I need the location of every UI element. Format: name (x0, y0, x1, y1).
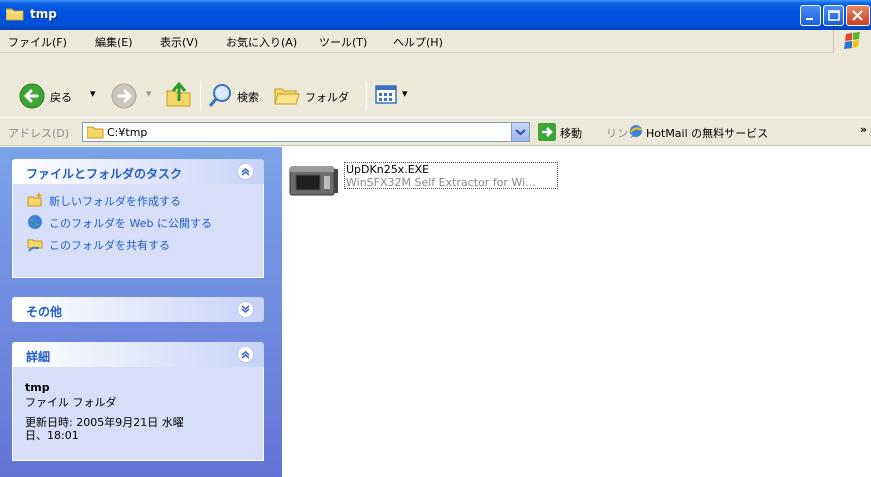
ie-page-icon (630, 125, 642, 137)
folders-label: フォルダ (305, 91, 349, 104)
address-bar: アドレス(D) C:¥tmp 移動 リンク HotMail の無料サービス » (0, 117, 871, 146)
go-button[interactable] (538, 123, 556, 144)
file-item[interactable]: UpDKn25x.EXE WinSFX32M Self Extractor fo… (288, 159, 560, 199)
search-label: 検索 (237, 91, 259, 104)
toolbar: 戻る ▾ ▾ 検索 フォルダ ▾ (0, 53, 871, 117)
up-folder-button[interactable] (164, 79, 194, 111)
new-folder-icon (27, 193, 42, 207)
task-new-folder-label: 新しいフォルダを作成する (49, 195, 181, 208)
back-dropdown-icon[interactable]: ▾ (90, 87, 96, 100)
collapse-chevron-icon[interactable] (237, 346, 254, 363)
chevron-down-icon (515, 129, 526, 136)
folders-button[interactable]: フォルダ (274, 81, 364, 111)
folders-icon (274, 88, 300, 105)
forward-button[interactable]: ▾ (110, 81, 156, 111)
details-panel: 詳細 tmp ファイル フォルダ 更新日時: 2005年9月21日 水曜 日、1… (12, 342, 264, 461)
back-arrow-icon (19, 83, 45, 109)
menu-bar: ファイル(F) 編集(E) 表示(V) お気に入り(A) ツール(T) ヘルプ(… (0, 30, 871, 53)
menu-edit[interactable]: 編集(E) (95, 34, 133, 50)
other-panel-title: その他 (26, 305, 63, 319)
search-icon (208, 84, 231, 107)
links-overflow-icon[interactable]: » (860, 123, 867, 136)
globe-icon (28, 215, 42, 229)
file-name: UpDKn25x.EXE (346, 163, 430, 176)
forward-arrow-icon (111, 83, 137, 109)
details-type: ファイル フォルダ (25, 396, 117, 409)
maximize-button[interactable] (823, 5, 844, 26)
address-dropdown-button[interactable] (511, 123, 529, 141)
window-title: tmp (30, 7, 57, 21)
menu-tools[interactable]: ツール(T) (319, 34, 367, 50)
folder-icon (6, 8, 24, 21)
forward-dropdown-icon[interactable]: ▾ (146, 87, 152, 100)
address-label: アドレス(D) (8, 127, 70, 140)
close-icon (852, 10, 863, 21)
share-folder-icon (27, 239, 43, 252)
windows-logo-icon (833, 30, 871, 53)
views-icon (375, 85, 397, 104)
details-modified-line2: 日、18:01 (25, 429, 79, 442)
other-places-panel: その他 (12, 297, 264, 322)
menu-view[interactable]: 表示(V) (160, 34, 198, 50)
details-name: tmp (25, 381, 50, 394)
task-share-folder-label: このフォルダを共有する (49, 239, 170, 252)
task-pane: ファイルとフォルダのタスク 新しいフォルダを作成する このフォルダを Web に… (0, 147, 282, 477)
go-arrow-icon (538, 123, 556, 141)
details-panel-title: 詳細 (26, 350, 51, 364)
expand-chevron-icon[interactable] (237, 301, 254, 318)
views-dropdown-icon[interactable]: ▾ (402, 87, 408, 100)
minimize-icon (806, 18, 813, 20)
tasks-panel-header[interactable]: ファイルとフォルダのタスク (12, 159, 264, 184)
address-value: C:¥tmp (107, 126, 148, 139)
collapse-chevron-icon[interactable] (237, 163, 254, 180)
task-publish-web-label: このフォルダを Web に公開する (49, 217, 212, 230)
menu-help[interactable]: ヘルプ(H) (393, 34, 443, 50)
close-button[interactable] (846, 5, 870, 26)
back-label: 戻る (50, 91, 72, 104)
maximize-icon (828, 10, 840, 21)
file-description: WinSFX32M Self Extractor for Wi... (346, 176, 536, 189)
title-bar[interactable]: tmp (0, 0, 871, 30)
search-button[interactable]: 検索 (208, 81, 270, 111)
tasks-panel-title: ファイルとフォルダのタスク (26, 167, 183, 181)
hotmail-link[interactable]: HotMail の無料サービス (646, 125, 768, 141)
installer-exe-icon (289, 166, 338, 196)
details-panel-header[interactable]: 詳細 (12, 342, 264, 367)
other-panel-header[interactable]: その他 (12, 297, 264, 322)
go-label[interactable]: 移動 (560, 125, 582, 141)
address-input[interactable]: C:¥tmp (82, 122, 530, 142)
file-folder-tasks-panel: ファイルとフォルダのタスク 新しいフォルダを作成する このフォルダを Web に… (12, 159, 264, 278)
menu-favorites[interactable]: お気に入り(A) (226, 34, 297, 50)
minimize-button[interactable] (800, 5, 821, 26)
up-folder-icon (166, 81, 191, 107)
folder-icon (87, 126, 104, 139)
menu-file[interactable]: ファイル(F) (8, 34, 67, 50)
views-button[interactable]: ▾ (374, 81, 414, 111)
file-list-area[interactable]: UpDKn25x.EXE WinSFX32M Self Extractor fo… (282, 147, 871, 477)
